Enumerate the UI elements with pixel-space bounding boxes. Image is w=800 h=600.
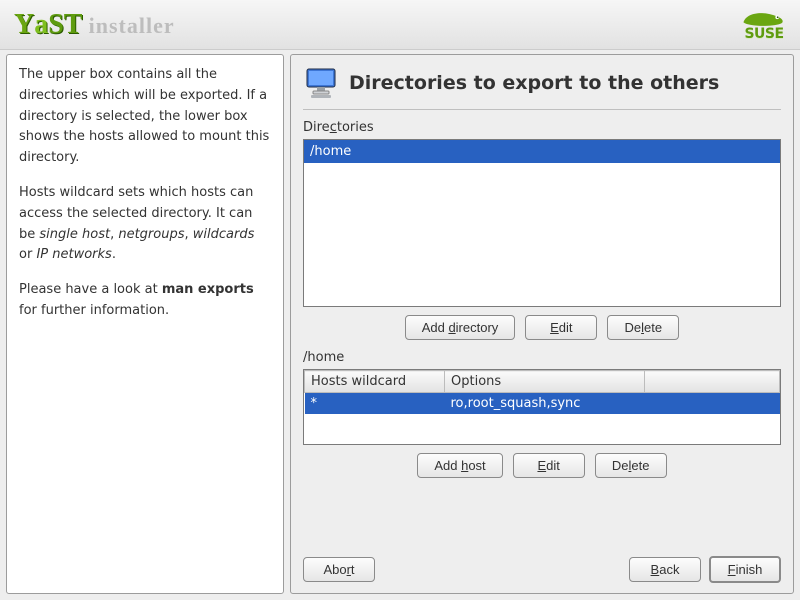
button-text: Add <box>422 320 449 335</box>
hosts-button-row: Add host Edit Delete <box>303 453 781 478</box>
logo-installer: installer <box>89 13 175 38</box>
list-item[interactable]: /home <box>304 140 780 163</box>
help-strong: man exports <box>162 282 254 297</box>
gecko-icon <box>742 9 786 27</box>
accelerator-key: F <box>728 562 736 577</box>
directories-listbox[interactable]: /home <box>303 139 781 307</box>
help-paragraph: Please have a look at man exports for fu… <box>19 280 271 322</box>
button-text: dit <box>559 320 573 335</box>
accelerator-key: E <box>550 320 559 335</box>
cell-wildcard: * <box>305 393 445 415</box>
current-directory-label: /home <box>303 350 781 365</box>
spacer-header <box>645 371 780 393</box>
cell-spacer <box>645 393 780 415</box>
help-text: , <box>185 227 193 242</box>
button-text: inish <box>736 562 763 577</box>
button-text: Abo <box>323 562 346 577</box>
title-bar: Y a ST installer SUSE <box>0 0 800 50</box>
button-text: De <box>625 320 642 335</box>
yast-logo: Y a ST installer <box>14 9 175 41</box>
label-text: tories <box>337 120 374 135</box>
delete-directory-button[interactable]: Delete <box>607 315 679 340</box>
edit-directory-button[interactable]: Edit <box>525 315 597 340</box>
options-header[interactable]: Options <box>445 371 645 393</box>
accelerator-key: d <box>448 320 455 335</box>
help-paragraph: Hosts wildcard sets which hosts can acce… <box>19 183 271 266</box>
directories-button-row: Add directory Edit Delete <box>303 315 781 340</box>
nfs-export-icon <box>303 65 339 101</box>
button-text: dit <box>546 458 560 473</box>
help-em: wildcards <box>193 227 255 242</box>
separator <box>303 109 781 110</box>
suse-logo: SUSE <box>742 9 786 41</box>
help-text: Please have a look at <box>19 282 162 297</box>
content-area: The upper box contains all the directori… <box>0 50 800 600</box>
main-header: Directories to export to the others <box>303 65 781 101</box>
help-text: . <box>112 247 116 262</box>
accelerator-key: c <box>330 120 337 135</box>
button-text: t <box>351 562 355 577</box>
logo-letter: a <box>34 9 48 41</box>
finish-button[interactable]: Finish <box>709 556 781 583</box>
help-em: netgroups <box>118 227 184 242</box>
help-em: single host <box>39 227 110 242</box>
suse-wordmark: SUSE <box>744 27 783 41</box>
help-paragraph: The upper box contains all the directori… <box>19 65 271 169</box>
accelerator-key: E <box>537 458 546 473</box>
delete-host-button[interactable]: Delete <box>595 453 667 478</box>
hosts-table[interactable]: Hosts wildcard Options * ro,root_squash,… <box>304 370 780 414</box>
button-text: ost <box>468 458 485 473</box>
table-row[interactable]: * ro,root_squash,sync <box>305 393 780 415</box>
edit-host-button[interactable]: Edit <box>513 453 585 478</box>
logo-letter: ST <box>48 9 82 41</box>
logo-letter: Y <box>14 9 34 41</box>
button-text: De <box>612 458 629 473</box>
help-pane: The upper box contains all the directori… <box>6 54 284 594</box>
button-text: Add <box>434 458 461 473</box>
button-text: ete <box>644 320 662 335</box>
hosts-wildcard-header[interactable]: Hosts wildcard <box>305 371 445 393</box>
help-text: or <box>19 247 36 262</box>
back-button[interactable]: Back <box>629 557 701 582</box>
accelerator-key: B <box>651 562 660 577</box>
add-host-button[interactable]: Add host <box>417 453 502 478</box>
hosts-table-container: Hosts wildcard Options * ro,root_squash,… <box>303 369 781 445</box>
label-text: Dire <box>303 120 330 135</box>
add-directory-button[interactable]: Add directory <box>405 315 516 340</box>
abort-button[interactable]: Abort <box>303 557 375 582</box>
window-root: Y a ST installer SUSE The upper box cont… <box>0 0 800 600</box>
help-text: for further information. <box>19 303 169 318</box>
button-text: ack <box>659 562 679 577</box>
wizard-footer: Abort Back Finish <box>303 546 781 583</box>
directories-label: Directories <box>303 120 781 135</box>
page-title: Directories to export to the others <box>349 72 719 94</box>
button-text: ete <box>631 458 649 473</box>
button-text: irectory <box>456 320 499 335</box>
cell-options: ro,root_squash,sync <box>445 393 645 415</box>
main-pane: Directories to export to the others Dire… <box>290 54 794 594</box>
help-em: IP networks <box>36 247 111 262</box>
